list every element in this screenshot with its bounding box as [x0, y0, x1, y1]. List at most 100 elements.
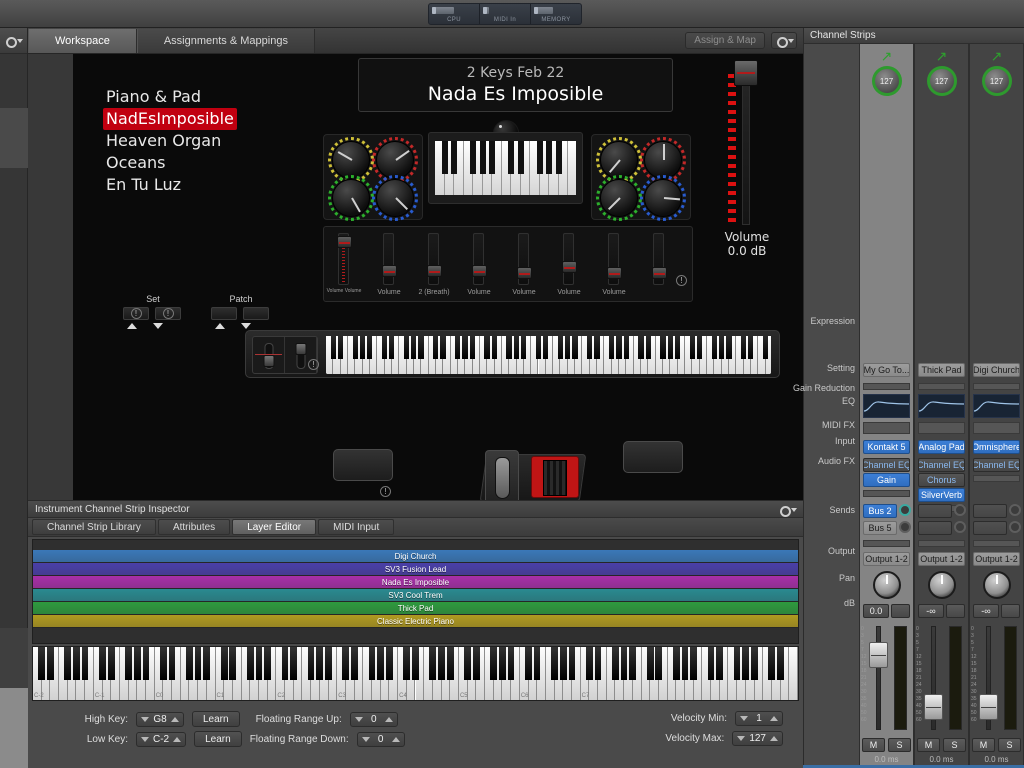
black-key[interactable]: [587, 336, 593, 359]
black-key[interactable]: [594, 336, 600, 359]
audio-fx-empty-slot[interactable]: [863, 490, 910, 497]
black-key[interactable]: [740, 336, 747, 359]
black-key[interactable]: [645, 336, 651, 359]
black-key[interactable]: [525, 647, 532, 680]
rotary-knob[interactable]: [332, 141, 370, 179]
left-toolbar[interactable]: [0, 28, 27, 54]
black-key[interactable]: [638, 336, 644, 359]
black-key[interactable]: [229, 647, 237, 680]
black-key[interactable]: [472, 647, 480, 680]
list-item[interactable]: Piano & Pad: [103, 86, 238, 108]
stepper-down-icon[interactable]: [141, 736, 149, 742]
patch-up-arrow-icon[interactable]: [215, 323, 225, 329]
output-slot[interactable]: Output 1-2: [863, 552, 910, 566]
layer-row[interactable]: Classic Electric Piano: [33, 615, 798, 628]
black-key[interactable]: [99, 647, 106, 680]
black-key[interactable]: [290, 647, 298, 680]
eq-curve-display[interactable]: [918, 394, 965, 418]
black-key[interactable]: [462, 336, 468, 359]
output-slot[interactable]: Output 1-2: [973, 552, 1020, 566]
black-key[interactable]: [469, 336, 476, 359]
audio-fx-slot[interactable]: Channel EQ: [973, 458, 1020, 472]
tab-workspace[interactable]: Workspace: [28, 29, 137, 53]
input-slot[interactable]: Analog Pad: [918, 440, 965, 454]
black-key[interactable]: [762, 336, 769, 359]
input-slot[interactable]: Kontakt 5: [863, 440, 910, 454]
midi-fx-slot[interactable]: [973, 422, 1020, 434]
fader-handle[interactable]: [382, 265, 397, 278]
patch-next-button[interactable]: [243, 307, 269, 320]
layer-row[interactable]: SV3 Cool Trem: [33, 589, 798, 602]
black-key[interactable]: [742, 647, 750, 680]
black-key[interactable]: [646, 647, 654, 680]
input-slot[interactable]: Omnisphere: [973, 440, 1020, 454]
inspector-tab[interactable]: Attributes: [157, 519, 231, 535]
pan-knob[interactable]: [927, 571, 956, 599]
tap-tempo-button[interactable]: [623, 441, 683, 473]
list-item[interactable]: Oceans: [103, 152, 238, 174]
patch-list-entry[interactable]: Heaven Organ: [103, 130, 224, 152]
velocity-max-stepper[interactable]: 127: [732, 731, 783, 746]
white-key[interactable]: [789, 647, 798, 700]
fader-control[interactable]: [472, 233, 487, 285]
black-key[interactable]: [186, 647, 193, 680]
black-key[interactable]: [629, 647, 637, 680]
black-key[interactable]: [707, 647, 715, 680]
black-key[interactable]: [464, 647, 471, 680]
volume-fader-handle[interactable]: [734, 60, 758, 86]
black-key[interactable]: [572, 336, 578, 359]
inspector-tab[interactable]: Layer Editor: [232, 519, 317, 535]
db-value-field[interactable]: -∞: [918, 604, 944, 618]
black-key[interactable]: [342, 647, 350, 680]
black-key[interactable]: [194, 647, 202, 680]
set-up-arrow-icon[interactable]: [127, 323, 137, 329]
black-key[interactable]: [521, 336, 527, 359]
setting-button[interactable]: My Go To...: [863, 363, 910, 377]
fader-control[interactable]: [382, 233, 397, 285]
layer-row[interactable]: SV3 Fusion Lead: [33, 563, 798, 576]
list-item[interactable]: En Tu Luz: [103, 174, 238, 196]
black-key[interactable]: [429, 647, 437, 680]
pan-knob[interactable]: [872, 571, 901, 599]
black-key[interactable]: [611, 647, 619, 680]
black-key[interactable]: [411, 336, 417, 359]
channel-fader-handle[interactable]: [979, 694, 998, 721]
fader-control[interactable]: [337, 233, 352, 285]
send-level-knob[interactable]: [1009, 521, 1021, 533]
patch-list-entry[interactable]: NadEsImposible: [103, 108, 237, 130]
black-key[interactable]: [46, 647, 54, 680]
send-slot[interactable]: [973, 504, 1007, 518]
low-key-stepper[interactable]: C-2: [136, 731, 187, 747]
black-key[interactable]: [368, 647, 376, 680]
pan-knob[interactable]: [982, 571, 1011, 599]
black-key[interactable]: [551, 647, 558, 680]
black-key[interactable]: [543, 336, 549, 359]
black-key[interactable]: [168, 647, 176, 680]
black-key[interactable]: [337, 336, 344, 359]
stepper-up-icon[interactable]: [770, 736, 778, 741]
info-icon[interactable]: !: [308, 359, 319, 370]
sustain-pedal[interactable]: [485, 450, 519, 506]
stepper-up-icon[interactable]: [173, 736, 182, 742]
layer-row[interactable]: Digi Church: [33, 550, 798, 563]
black-key[interactable]: [513, 336, 519, 359]
fader-handle[interactable]: [607, 266, 622, 279]
black-key[interactable]: [351, 647, 358, 680]
output-slot[interactable]: Output 1-2: [918, 552, 965, 566]
channel-strip[interactable]: ↗ 127 My Go To... Kontakt 5 Channel EQ Gain Bu…: [859, 44, 914, 768]
black-key[interactable]: [667, 336, 673, 359]
stepper-up-icon[interactable]: [391, 736, 400, 742]
black-key[interactable]: [64, 647, 72, 680]
fader-handle[interactable]: [427, 265, 442, 278]
black-key[interactable]: [455, 336, 461, 359]
black-key[interactable]: [490, 647, 498, 680]
audio-fx-slot[interactable]: SilverVerb: [918, 488, 965, 502]
black-key[interactable]: [655, 647, 663, 680]
fader-control[interactable]: [517, 233, 532, 285]
send-slot[interactable]: [918, 521, 952, 535]
db-extra-field[interactable]: [891, 604, 910, 618]
black-key[interactable]: [484, 336, 490, 359]
velocity-min-stepper[interactable]: 1: [735, 711, 783, 726]
black-key[interactable]: [438, 647, 445, 680]
black-key[interactable]: [616, 336, 622, 359]
